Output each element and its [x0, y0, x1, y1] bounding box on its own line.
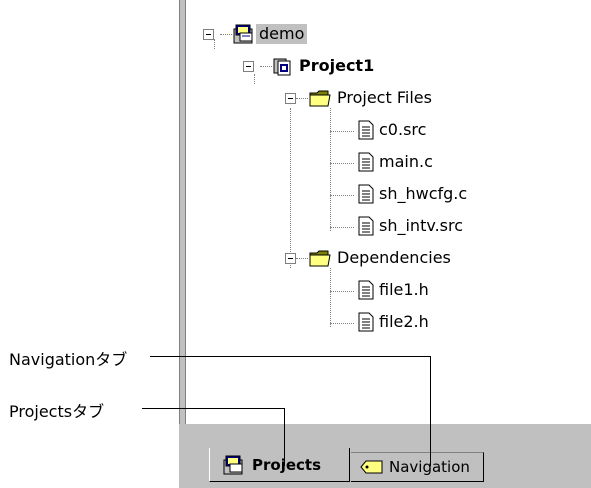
callout-line: [142, 408, 285, 409]
tree-connector: [290, 108, 291, 268]
tree-connector: [296, 98, 308, 99]
tree-connector: [330, 268, 331, 327]
tree-connector: [330, 195, 354, 196]
tree-item-file[interactable]: file2.h: [356, 310, 432, 334]
file-label: sh_intv.src: [379, 216, 464, 235]
workspace-label: demo: [256, 24, 308, 44]
folder-label: Project Files: [337, 88, 432, 107]
file-label: c0.src: [379, 120, 427, 139]
file-icon: [358, 184, 374, 204]
tree-item-file[interactable]: sh_hwcfg.c: [356, 182, 470, 206]
tree-connector: [330, 323, 354, 324]
tree-item-folder[interactable]: Project Files: [308, 86, 435, 110]
tree-item-project[interactable]: Project1: [272, 54, 377, 78]
file-label: file1.h: [379, 280, 429, 299]
tree-connector: [254, 74, 255, 84]
tree-item-file[interactable]: c0.src: [356, 118, 429, 142]
callout-line: [284, 408, 285, 466]
tree-item-folder[interactable]: Dependencies: [308, 246, 454, 270]
projects-tab-callout: Projectsタブ: [9, 402, 105, 421]
folder-icon: [309, 90, 331, 107]
tree-connector: [330, 163, 354, 164]
project-label: Project1: [299, 56, 375, 75]
tree-item-workspace[interactable]: demo: [232, 22, 308, 46]
tab-projects-label: Projects: [252, 455, 322, 474]
tab-navigation[interactable]: Navigation: [351, 452, 484, 482]
collapse-toggle[interactable]: [285, 93, 296, 104]
file-icon: [358, 216, 374, 236]
tree-connector: [330, 291, 354, 292]
file-label: main.c: [379, 152, 433, 171]
tree-connector: [214, 39, 215, 49]
tree-connector: [260, 66, 272, 67]
file-label: sh_hwcfg.c: [379, 184, 468, 203]
project-icon: [273, 58, 291, 76]
tree-connector: [296, 258, 308, 259]
tree-connector: [220, 34, 232, 35]
collapse-toggle[interactable]: [285, 253, 296, 264]
navigation-tab-icon: [360, 460, 383, 474]
projects-tab-icon: [223, 455, 243, 474]
callout-line: [430, 356, 431, 466]
collapse-toggle[interactable]: [243, 61, 254, 72]
navigation-tab-callout: Navigationタブ: [9, 350, 128, 369]
file-icon: [358, 152, 374, 172]
file-label: file2.h: [379, 312, 429, 331]
callout-line: [150, 356, 431, 357]
collapse-toggle[interactable]: [203, 29, 214, 40]
tree-connector: [330, 131, 354, 132]
tree-item-file[interactable]: main.c: [356, 150, 436, 174]
file-icon: [358, 280, 374, 300]
folder-label: Dependencies: [337, 248, 451, 267]
file-icon: [358, 120, 374, 140]
tab-projects[interactable]: Projects: [209, 448, 350, 482]
file-icon: [358, 312, 374, 332]
tree-item-file[interactable]: sh_intv.src: [356, 214, 466, 238]
folder-icon: [309, 250, 331, 267]
tree-connector: [330, 108, 331, 231]
workspace-icon: [233, 24, 253, 44]
tree-connector: [330, 227, 354, 228]
tree-item-file[interactable]: file1.h: [356, 278, 432, 302]
